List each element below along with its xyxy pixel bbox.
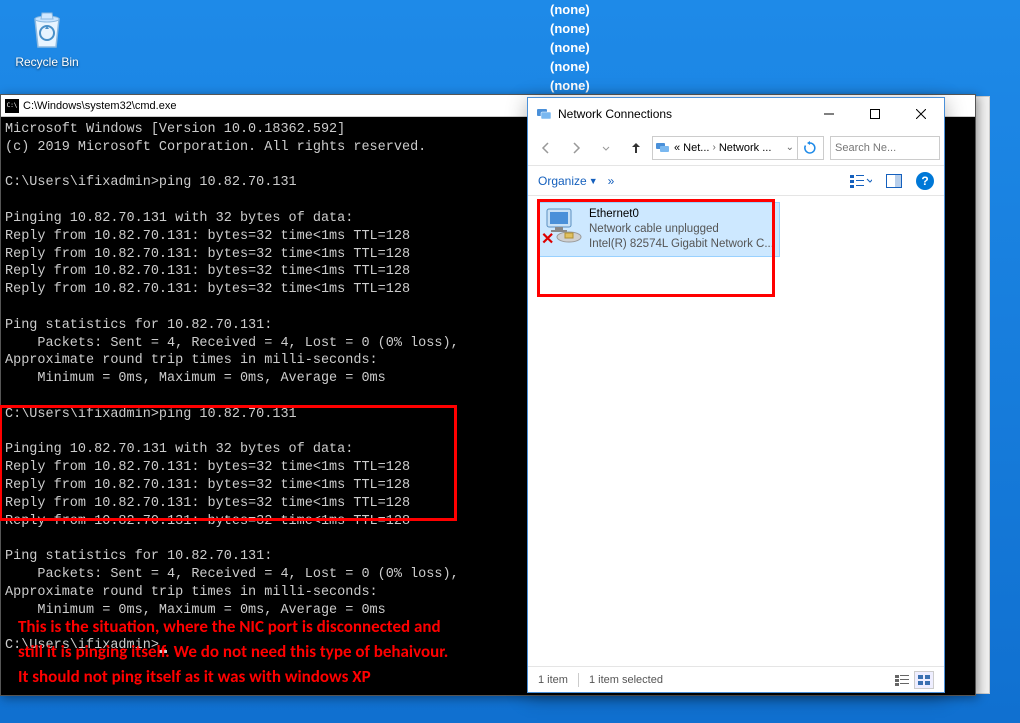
network-connections-window[interactable]: Network Connections [527, 97, 945, 693]
adapter-name: Ethernet0 [589, 207, 774, 222]
cmd-title: C:\Windows\system32\cmd.exe [23, 100, 176, 112]
adapter-status: Network cable unplugged [589, 222, 774, 237]
recycle-bin[interactable]: Recycle Bin [12, 5, 82, 69]
breadcrumb-first[interactable]: « Net... [674, 142, 709, 154]
details-view-button[interactable] [892, 671, 912, 689]
cmd-icon [5, 99, 19, 113]
explorer-toolbar: Organize ▼ » ? [528, 166, 944, 196]
organize-button[interactable]: Organize ▼ [538, 174, 598, 188]
forward-button[interactable] [562, 134, 590, 162]
maximize-button[interactable] [852, 98, 898, 130]
dropdown-arrow-icon: ▼ [589, 176, 598, 186]
recent-dropdown-button[interactable] [592, 134, 620, 162]
close-button[interactable] [898, 98, 944, 130]
preview-pane-button[interactable] [886, 174, 902, 188]
help-button[interactable]: ? [916, 172, 934, 190]
breadcrumb-icon [655, 140, 671, 156]
statusbar-separator [578, 673, 579, 687]
explorer-nav-bar: « Net... › Network ... ⌄ Search Ne... [528, 130, 944, 166]
recycle-bin-label: Recycle Bin [12, 55, 82, 69]
view-options-button[interactable] [850, 173, 872, 189]
back-button[interactable] [532, 134, 560, 162]
network-adapter-item[interactable]: ✕ Ethernet0 Network cable unplugged Inte… [538, 202, 780, 257]
chevron-right-icon: › [712, 142, 715, 153]
minimize-button[interactable] [806, 98, 852, 130]
annotation-text: This is the situation, where the NIC por… [18, 614, 458, 689]
breadcrumb-second[interactable]: Network ... [719, 142, 772, 154]
explorer-statusbar: 1 item 1 item selected [528, 666, 944, 692]
network-connections-icon [536, 106, 552, 122]
adapter-device: Intel(R) 82574L Gigabit Network C... [589, 237, 774, 252]
network-adapter-text: Ethernet0 Network cable unplugged Intel(… [589, 207, 774, 252]
explorer-title: Network Connections [558, 107, 806, 121]
network-adapter-icon: ✕ [543, 207, 583, 247]
item-count: 1 item [538, 674, 568, 686]
refresh-button[interactable] [797, 136, 821, 160]
up-button[interactable] [622, 134, 650, 162]
desktop-text-overlay: (none) (none) (none) (none) (none) [550, 0, 590, 95]
explorer-titlebar[interactable]: Network Connections [528, 98, 944, 130]
recycle-bin-icon [23, 5, 71, 53]
address-bar[interactable]: « Net... › Network ... ⌄ [652, 136, 824, 160]
explorer-content[interactable]: ✕ Ethernet0 Network cable unplugged Inte… [528, 196, 944, 666]
large-icons-view-button[interactable] [914, 671, 934, 689]
disconnected-x-icon: ✕ [541, 229, 554, 249]
selected-count: 1 item selected [589, 674, 663, 686]
toolbar-overflow-button[interactable]: » [608, 174, 615, 188]
chevron-down-icon[interactable]: ⌄ [786, 142, 794, 153]
search-input[interactable]: Search Ne... [830, 136, 940, 160]
